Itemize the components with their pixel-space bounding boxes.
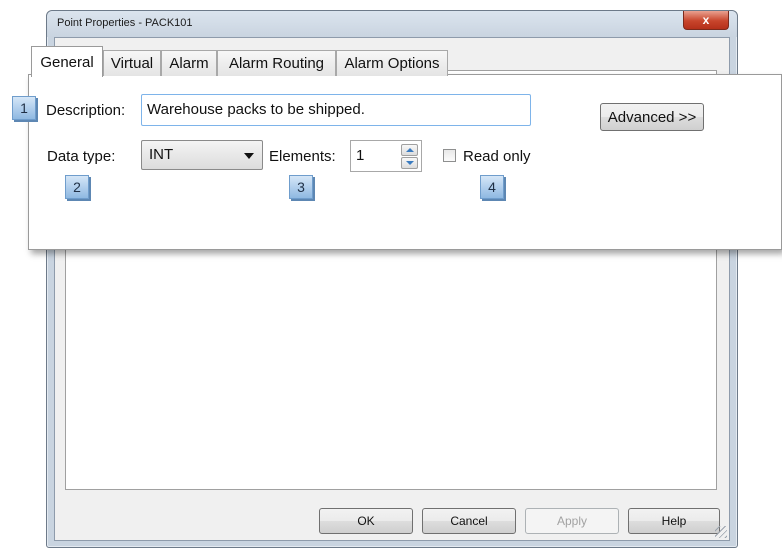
elements-label: Elements:	[269, 148, 336, 165]
tab-alarm-routing[interactable]: Alarm Routing	[217, 50, 336, 76]
data-type-value: INT	[149, 146, 174, 163]
tab-virtual[interactable]: Virtual	[103, 50, 161, 76]
elements-value: 1	[356, 147, 365, 164]
stepper-up-button[interactable]	[401, 144, 418, 156]
read-only-checkbox[interactable]	[443, 149, 456, 162]
close-icon: x	[702, 13, 710, 27]
tab-alarm-options[interactable]: Alarm Options	[336, 50, 448, 76]
description-label: Description:	[46, 102, 126, 119]
callout-marker-1: 1	[12, 96, 36, 120]
resize-grip-icon[interactable]	[715, 526, 727, 538]
apply-button[interactable]: Apply	[525, 508, 619, 534]
callout-marker-2: 2	[65, 175, 89, 199]
cancel-button[interactable]: Cancel	[422, 508, 516, 534]
title-bar[interactable]: Point Properties - PACK101 x	[47, 11, 737, 37]
tab-alarm[interactable]: Alarm	[161, 50, 217, 76]
window-title: Point Properties - PACK101	[57, 17, 193, 29]
callout-marker-3: 3	[289, 175, 313, 199]
data-type-label: Data type:	[47, 148, 116, 165]
data-type-select[interactable]: INT	[141, 140, 263, 170]
help-button[interactable]: Help	[628, 508, 720, 534]
tab-general[interactable]: General	[31, 46, 103, 77]
arrow-down-icon	[406, 161, 414, 165]
arrow-up-icon	[406, 148, 414, 152]
stepper-down-button[interactable]	[401, 157, 418, 169]
elements-stepper[interactable]: 1	[350, 140, 422, 172]
callout-marker-4: 4	[480, 175, 504, 199]
description-input[interactable]: Warehouse packs to be shipped.	[141, 94, 531, 126]
read-only-label[interactable]: Read only	[463, 148, 531, 165]
close-button[interactable]: x	[683, 11, 729, 30]
advanced-button[interactable]: Advanced >>	[600, 103, 704, 131]
ok-button[interactable]: OK	[319, 508, 413, 534]
chevron-down-icon	[244, 153, 254, 159]
